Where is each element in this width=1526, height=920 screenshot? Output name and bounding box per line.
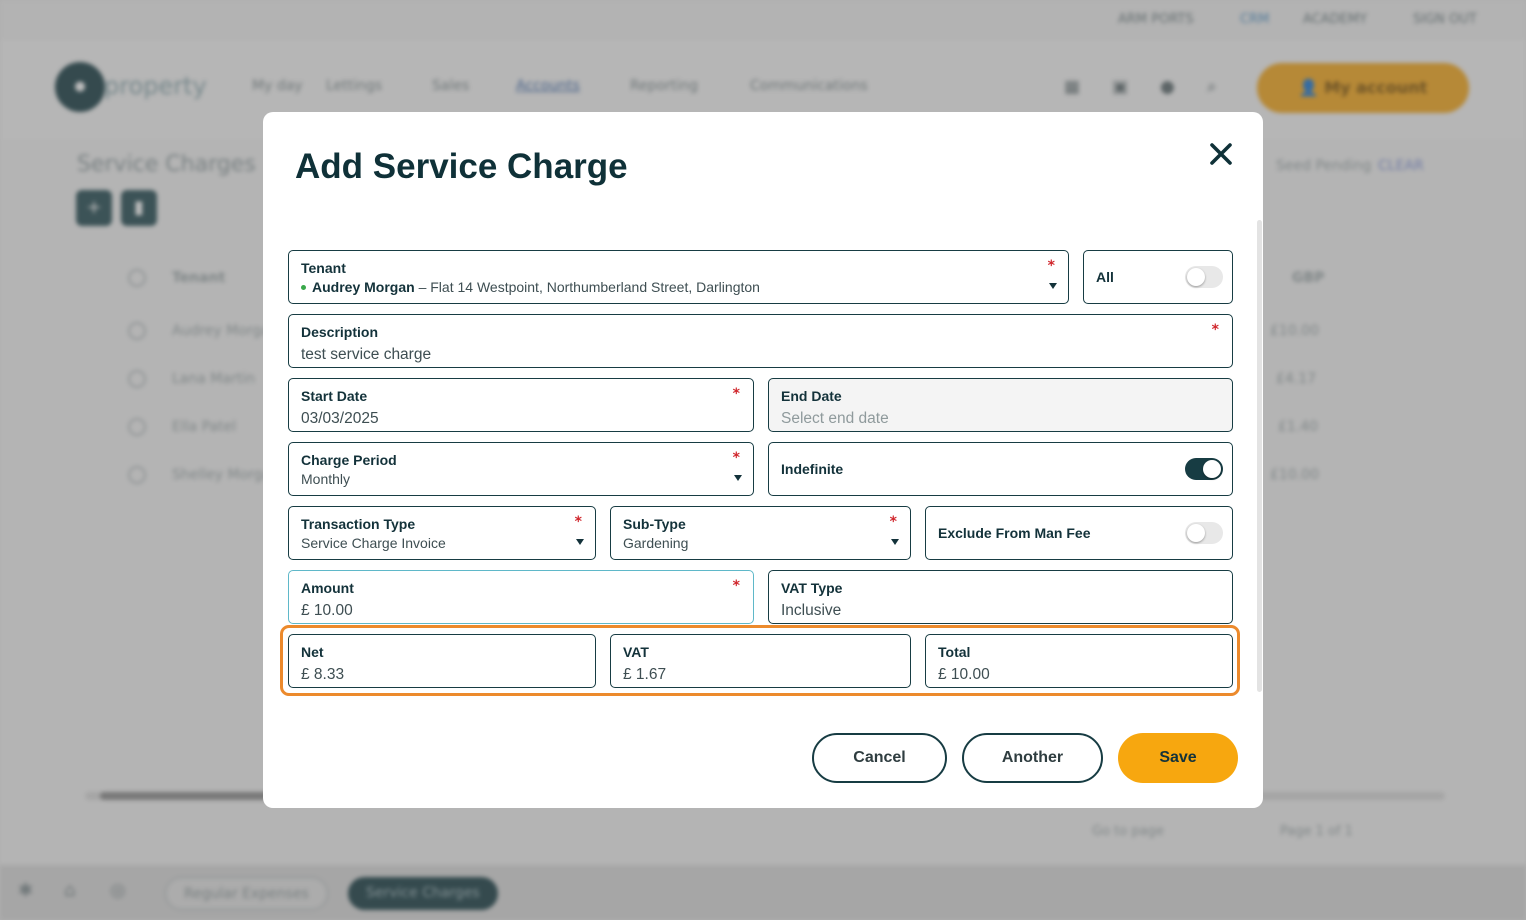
net-label: Net: [301, 644, 324, 660]
status-dot-icon: [301, 284, 306, 290]
dialog-scrollbar[interactable]: [1257, 220, 1262, 692]
tenant-select[interactable]: Tenant * Audrey Morgan – Flat 14 Westpoi…: [288, 250, 1069, 304]
vat-type-value[interactable]: Inclusive: [781, 602, 841, 620]
start-date-input[interactable]: 03/03/2025: [301, 410, 379, 428]
charge-period-value: Monthly: [301, 471, 351, 487]
required-marker: *: [732, 578, 740, 594]
indefinite-label: Indefinite: [781, 461, 844, 477]
close-button[interactable]: [1205, 138, 1237, 170]
charge-period-label: Charge Period: [301, 452, 397, 468]
sub-type-value: Gardening: [623, 535, 689, 551]
vat-type-label: VAT Type: [781, 580, 843, 596]
chevron-down-icon: [576, 539, 584, 545]
tenant-name: Audrey Morgan: [312, 279, 415, 295]
close-icon: [1210, 143, 1232, 165]
start-date-label: Start Date: [301, 388, 368, 404]
chevron-down-icon: [1049, 283, 1057, 289]
required-marker: *: [574, 514, 582, 530]
required-marker: *: [732, 386, 740, 402]
chevron-down-icon: [891, 539, 899, 545]
transaction-type-value: Service Charge Invoice: [301, 535, 446, 551]
save-button[interactable]: Save: [1118, 733, 1238, 783]
description-label: Description: [301, 324, 379, 340]
all-toggle-field: All: [1083, 250, 1233, 304]
all-label: All: [1096, 269, 1114, 285]
net-field[interactable]: Net £ 8.33: [288, 634, 596, 688]
required-marker: *: [1211, 322, 1219, 338]
toggle-knob: [1187, 268, 1205, 286]
indefinite-toggle[interactable]: [1185, 458, 1223, 480]
vat-type-field[interactable]: VAT Type Inclusive: [768, 570, 1233, 624]
exclude-man-fee-label: Exclude From Man Fee: [938, 525, 1091, 541]
end-date-field[interactable]: End Date Select end date: [768, 378, 1233, 432]
transaction-type-label: Transaction Type: [301, 516, 416, 532]
total-label: Total: [938, 644, 971, 660]
sub-type-label: Sub-Type: [623, 516, 686, 532]
vat-value: £ 1.67: [623, 666, 667, 683]
sub-type-select[interactable]: Sub-Type * Gardening: [610, 506, 911, 560]
end-date-input[interactable]: Select end date: [781, 410, 889, 428]
end-date-label: End Date: [781, 388, 842, 404]
indefinite-toggle-field: Indefinite: [768, 442, 1233, 496]
another-button[interactable]: Another: [962, 733, 1103, 783]
required-marker: *: [732, 450, 740, 466]
tenant-address: – Flat 14 Westpoint, Northumberland Stre…: [414, 279, 760, 295]
all-toggle[interactable]: [1185, 266, 1223, 288]
transaction-type-select[interactable]: Transaction Type * Service Charge Invoic…: [288, 506, 596, 560]
amount-label: Amount: [301, 580, 354, 596]
start-date-field[interactable]: Start Date * 03/03/2025: [288, 378, 754, 432]
description-field[interactable]: Description * test service charge: [288, 314, 1233, 368]
add-service-charge-dialog: Add Service Charge Tenant * Audrey Morga…: [263, 112, 1263, 808]
amount-input[interactable]: £ 10.00: [301, 602, 353, 620]
required-marker: *: [889, 514, 897, 530]
chevron-down-icon: [734, 475, 742, 481]
exclude-man-fee-toggle[interactable]: [1185, 522, 1223, 544]
vat-field[interactable]: VAT £ 1.67: [610, 634, 911, 688]
required-marker: *: [1047, 258, 1055, 274]
cancel-button[interactable]: Cancel: [812, 733, 947, 783]
amount-field[interactable]: Amount * £ 10.00: [288, 570, 754, 624]
tenant-label: Tenant: [301, 260, 346, 276]
charge-period-select[interactable]: Charge Period * Monthly: [288, 442, 754, 496]
total-field[interactable]: Total £ 10.00: [925, 634, 1233, 688]
toggle-knob: [1187, 524, 1205, 542]
tenant-value: Audrey Morgan – Flat 14 Westpoint, North…: [301, 279, 760, 295]
exclude-man-fee-field: Exclude From Man Fee: [925, 506, 1233, 560]
vat-label: VAT: [623, 644, 649, 660]
total-value: £ 10.00: [938, 666, 990, 683]
description-input[interactable]: test service charge: [301, 346, 431, 364]
net-value: £ 8.33: [301, 666, 345, 683]
toggle-knob: [1203, 460, 1221, 478]
dialog-title: Add Service Charge: [295, 147, 628, 186]
